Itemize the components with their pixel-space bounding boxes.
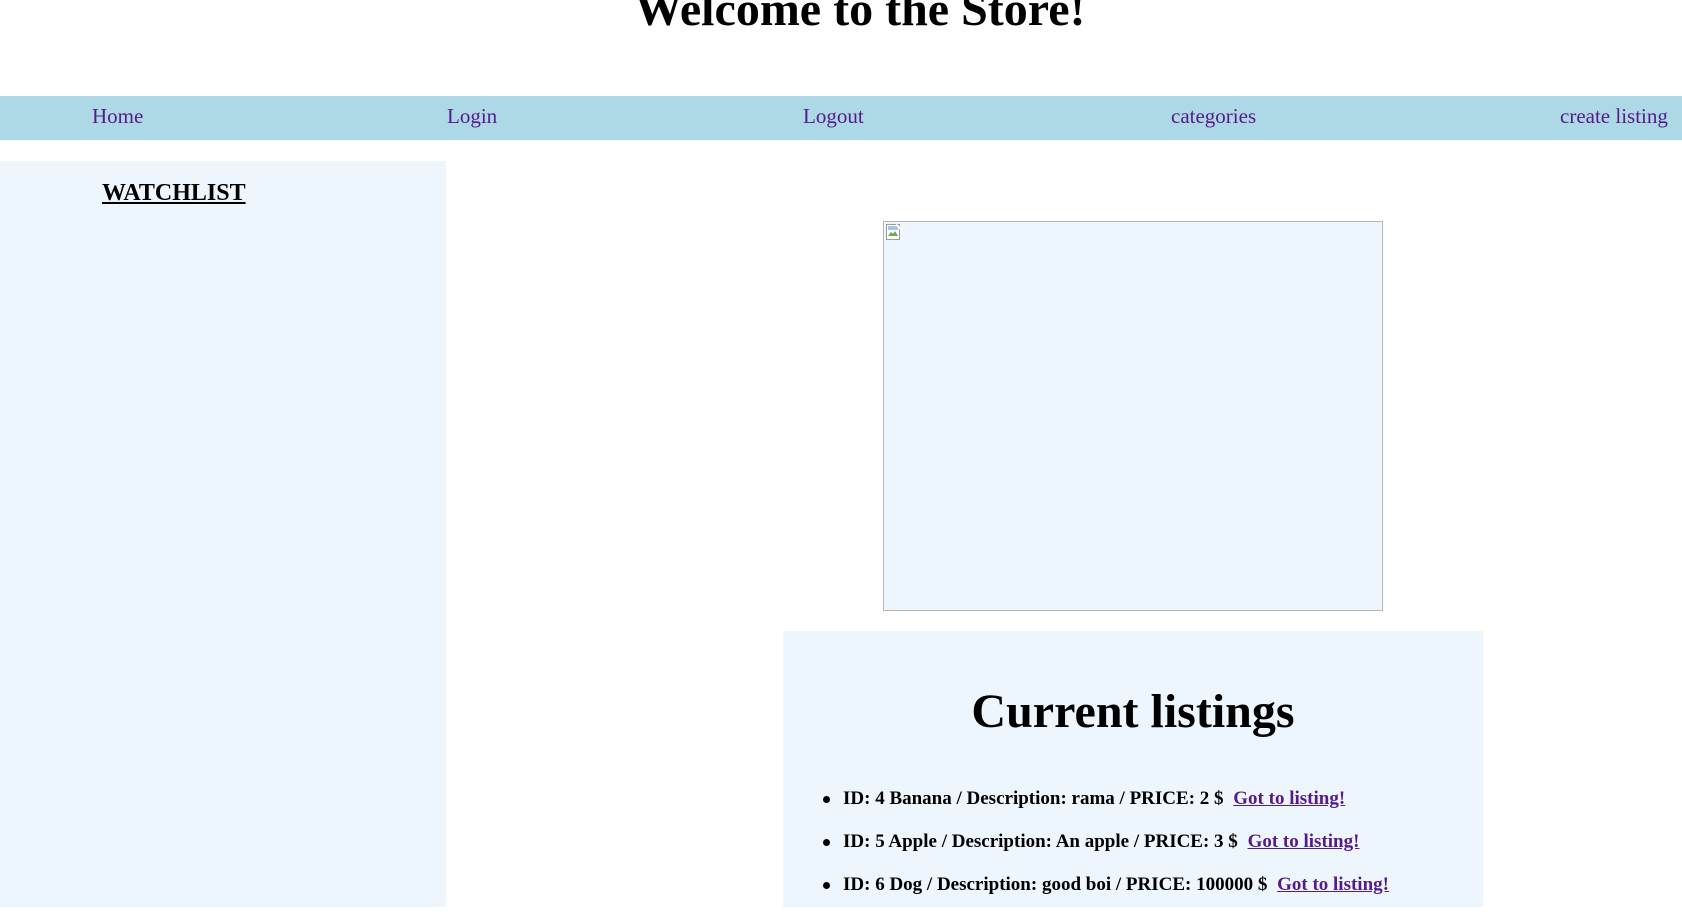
go-to-listing-link[interactable]: Got to listing! bbox=[1248, 831, 1360, 852]
go-to-listing-link[interactable]: Got to listing! bbox=[1233, 788, 1345, 809]
listing-item: ID: 5 Apple / Description: An apple / PR… bbox=[823, 831, 1389, 874]
listing-text: ID: 5 Apple / Description: An apple / PR… bbox=[843, 831, 1238, 852]
listing-item: ID: 6 Dog / Description: good boi / PRIC… bbox=[823, 874, 1389, 917]
page-title: Welcome to the Store! bbox=[634, 0, 1086, 36]
watchlist-sidebar: WATCHLIST bbox=[0, 161, 446, 907]
bullet-icon bbox=[823, 839, 830, 846]
nav-link-logout[interactable]: Logout bbox=[803, 104, 864, 129]
store-image bbox=[883, 221, 1383, 611]
nav-link-categories[interactable]: categories bbox=[1171, 104, 1256, 129]
bullet-icon bbox=[823, 796, 830, 803]
go-to-listing-link[interactable]: Got to listing! bbox=[1277, 874, 1389, 895]
listing-item: ID: 4 Banana / Description: rama / PRICE… bbox=[823, 788, 1389, 831]
broken-image-icon bbox=[886, 224, 902, 240]
bullet-icon bbox=[823, 882, 830, 889]
current-listings-panel: Current listings ID: 4 Banana / Descript… bbox=[783, 631, 1483, 907]
nav-link-home[interactable]: Home bbox=[92, 104, 143, 129]
nav-link-login[interactable]: Login bbox=[447, 104, 497, 129]
nav-link-create-listing[interactable]: create listing bbox=[1560, 104, 1668, 129]
listing-text: ID: 6 Dog / Description: good boi / PRIC… bbox=[843, 874, 1268, 895]
listings-title: Current listings bbox=[971, 685, 1295, 738]
listing-text: ID: 4 Banana / Description: rama / PRICE… bbox=[843, 788, 1224, 809]
listing-list: ID: 4 Banana / Description: rama / PRICE… bbox=[823, 788, 1389, 917]
top-navbar: Home Login Logout categories create list… bbox=[0, 96, 1682, 140]
watchlist-title: WATCHLIST bbox=[102, 180, 246, 206]
